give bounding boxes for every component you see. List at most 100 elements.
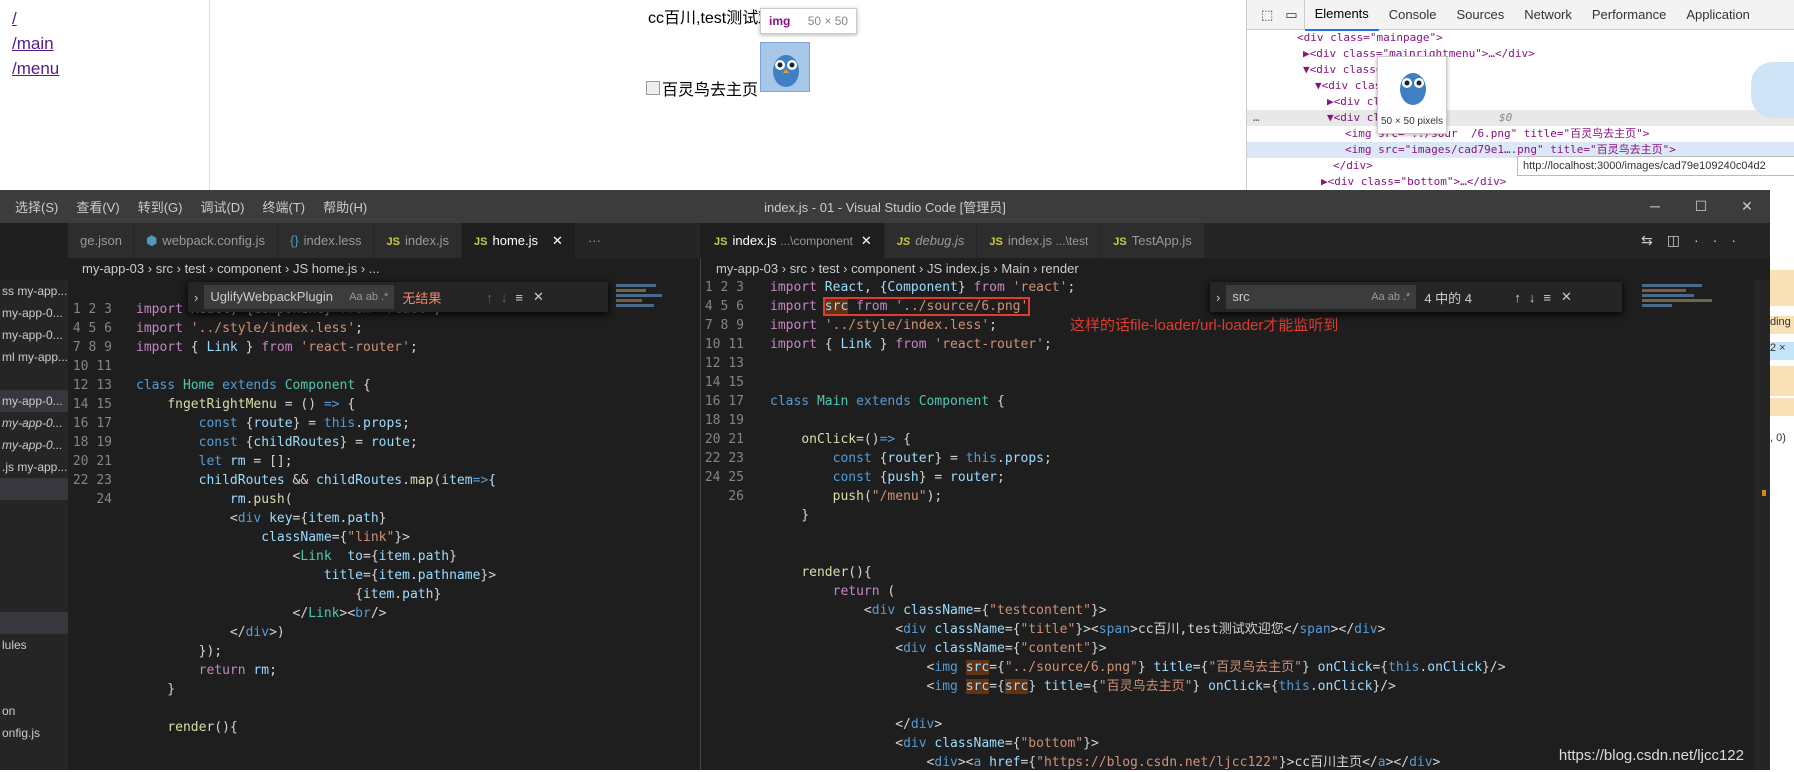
right-minimap[interactable]	[1642, 282, 1742, 362]
right-editor[interactable]: 1 2 3 4 5 6 7 8 9 10 11 12 13 14 15 16 1…	[702, 280, 1770, 770]
next-match-icon[interactable]: ↓	[501, 290, 508, 305]
maximize-icon[interactable]: ☐	[1678, 190, 1724, 223]
tab-sources[interactable]: Sources	[1447, 0, 1515, 30]
dom-line[interactable]: <div class="mainpage">	[1297, 30, 1443, 46]
dom-line[interactable]: ▶<div class="bottom">…</div>	[1321, 174, 1506, 190]
menu-view[interactable]: 查看(V)	[67, 197, 128, 216]
minimize-icon[interactable]: ─	[1632, 190, 1678, 223]
explorer-sidebar: ss my-app... my-app-0... my-app-0... ml …	[0, 280, 68, 770]
tab-debug-js[interactable]: JS debug.js	[884, 223, 978, 258]
menu-bar: 选择(S) 查看(V) 转到(G) 调试(D) 终端(T) 帮助(H)	[0, 197, 376, 216]
explorer-item[interactable]	[0, 368, 68, 390]
tab-application[interactable]: Application	[1676, 0, 1760, 30]
close-find-icon[interactable]: ✕	[1561, 289, 1572, 305]
compare-icon[interactable]: ⇆	[1641, 232, 1667, 248]
owl-image[interactable]	[760, 42, 810, 92]
right-find-input[interactable]: src Aa ab .*	[1226, 285, 1417, 309]
prev-match-icon[interactable]: ↑	[486, 290, 493, 305]
find-in-selection-icon[interactable]: ≡	[1543, 290, 1551, 305]
tab-console[interactable]: Console	[1379, 0, 1447, 30]
devtools-panel: ⬚ ▭ Elements Console Sources Network Per…	[1246, 0, 1794, 190]
line-numbers: 1 2 3 4 5 6 7 8 9 10 11 12 13 14 15 16 1…	[704, 280, 744, 504]
js-icon: JS	[474, 236, 488, 248]
owl-preview-icon	[1400, 73, 1426, 105]
split-editor-icon[interactable]: ◫	[1667, 232, 1694, 248]
next-match-icon[interactable]: ↓	[1529, 290, 1536, 305]
tooltip-size: 50 × 50	[807, 14, 849, 28]
explorer-item[interactable]	[0, 478, 68, 500]
editor-split-divider[interactable]	[700, 258, 701, 770]
vertical-scrollbar[interactable]	[1754, 280, 1770, 770]
explorer-item[interactable]: my-app-0...	[0, 324, 68, 346]
tab-performance[interactable]: Performance	[1582, 0, 1676, 30]
more-icon[interactable]: ···	[1694, 232, 1750, 248]
device-toolbar-icon[interactable]: ▭	[1279, 0, 1305, 30]
left-breadcrumb[interactable]: my-app-03 › src › test › component › JS …	[68, 258, 700, 280]
explorer-item[interactable]: on	[0, 700, 68, 722]
close-tab-icon[interactable]: ✕	[552, 233, 563, 248]
menu-help[interactable]: 帮助(H)	[314, 197, 376, 216]
tooltip-tag: img	[769, 14, 791, 28]
close-find-icon[interactable]: ✕	[533, 289, 544, 305]
right-breadcrumb[interactable]: my-app-03 › src › test › component › JS …	[702, 258, 1770, 280]
explorer-item[interactable]: my-app-0...	[0, 302, 68, 324]
nav-link-main[interactable]: /main	[12, 31, 197, 56]
left-minimap[interactable]	[616, 282, 676, 362]
explorer-item[interactable]: my-app-0...	[0, 434, 68, 456]
explorer-item[interactable]: ss my-app...	[0, 280, 68, 302]
more-actions-icon[interactable]: ···	[575, 223, 614, 258]
code-index-js[interactable]: import React, {Component} from 'react'; …	[770, 278, 1730, 772]
edge-text: 2 ×	[1770, 342, 1794, 360]
annotation-text: 这样的话file-loader/url-loader才能监听到	[1070, 317, 1339, 334]
explorer-item[interactable]: onfig.js	[0, 722, 68, 744]
tab-webpack-config[interactable]: ⬢ webpack.config.js	[134, 223, 278, 258]
line-numbers: 1 2 3 4 5 6 7 8 9 10 11 12 13 14 15 16 1…	[72, 302, 112, 507]
close-tab-icon[interactable]: ✕	[861, 233, 872, 248]
floating-widget-icon[interactable]	[1751, 62, 1794, 118]
image-preview-popup: 50 × 50 pixels	[1377, 56, 1447, 134]
tab-testapp-js[interactable]: JS TestApp.js	[1101, 223, 1205, 258]
dom-line[interactable]: </div>	[1333, 158, 1373, 174]
left-find-input[interactable]: UglifyWebpackPlugin Aa ab .*	[204, 285, 395, 309]
inspect-element-icon[interactable]: ⬚	[1255, 0, 1279, 30]
tab-elements[interactable]: Elements	[1304, 0, 1379, 31]
match-options-icon[interactable]: Aa ab .*	[349, 285, 388, 309]
preview-caption: 50 × 50 pixels	[1381, 116, 1443, 127]
tab-home-js[interactable]: JS home.js ✕	[462, 223, 576, 258]
titlebar: 选择(S) 查看(V) 转到(G) 调试(D) 终端(T) 帮助(H) inde…	[0, 190, 1770, 223]
toggle-replace-icon[interactable]: ›	[188, 290, 204, 305]
match-options-icon[interactable]: Aa ab .*	[1371, 285, 1410, 309]
tab-index-less[interactable]: {} index.less	[277, 223, 375, 258]
close-icon[interactable]: ✕	[1724, 190, 1770, 223]
broken-image[interactable]: 百灵鸟去主页	[646, 76, 758, 100]
menu-goto[interactable]: 转到(G)	[129, 197, 192, 216]
explorer-item[interactable]: my-app-0...	[0, 412, 68, 434]
code-home-js[interactable]: import React, {Component} from 'react'; …	[136, 300, 696, 737]
explorer-item[interactable]: my-app-0...	[0, 390, 68, 412]
nav-link-menu[interactable]: /menu	[12, 56, 197, 81]
tab-network[interactable]: Network	[1514, 0, 1582, 30]
tab-test-index-js[interactable]: JS index.js ...\test	[977, 223, 1102, 258]
find-in-selection-icon[interactable]: ≡	[515, 290, 523, 305]
explorer-item[interactable]: ml my-app...	[0, 346, 68, 368]
ellipsis-icon[interactable]: …	[1253, 110, 1260, 126]
edge-text: ding	[1770, 316, 1794, 334]
explorer-item[interactable]	[0, 612, 68, 634]
toggle-replace-icon[interactable]: ›	[1210, 290, 1226, 305]
window-controls: ─ ☐ ✕	[1632, 190, 1770, 223]
prev-match-icon[interactable]: ↑	[1514, 290, 1521, 305]
right-tabbar: JS index.js ...\component ✕ JS debug.js JS i…	[702, 223, 1770, 258]
left-editor[interactable]: 1 2 3 4 5 6 7 8 9 10 11 12 13 14 15 16 1…	[68, 280, 700, 770]
explorer-item[interactable]: .js my-app...	[0, 456, 68, 478]
page-content: cc百川,test测试欢迎您 百灵鸟去主页 img 50 × 50	[210, 0, 1246, 190]
right-find-widget: › src Aa ab .* 4 中的 4 ↑ ↓ ≡ ✕	[1210, 282, 1622, 312]
tab-package-json[interactable]: ge.json	[68, 223, 134, 258]
nav-link-root[interactable]: /	[12, 6, 197, 31]
menu-debug[interactable]: 调试(D)	[191, 197, 253, 216]
tab-component-index-js[interactable]: JS index.js ...\component ✕	[702, 223, 885, 258]
menu-select[interactable]: 选择(S)	[6, 197, 67, 216]
js-icon: JS	[896, 236, 911, 248]
explorer-item[interactable]: lules	[0, 634, 68, 656]
tab-index-js[interactable]: JS index.js	[374, 223, 463, 258]
menu-terminal[interactable]: 终端(T)	[254, 197, 315, 216]
